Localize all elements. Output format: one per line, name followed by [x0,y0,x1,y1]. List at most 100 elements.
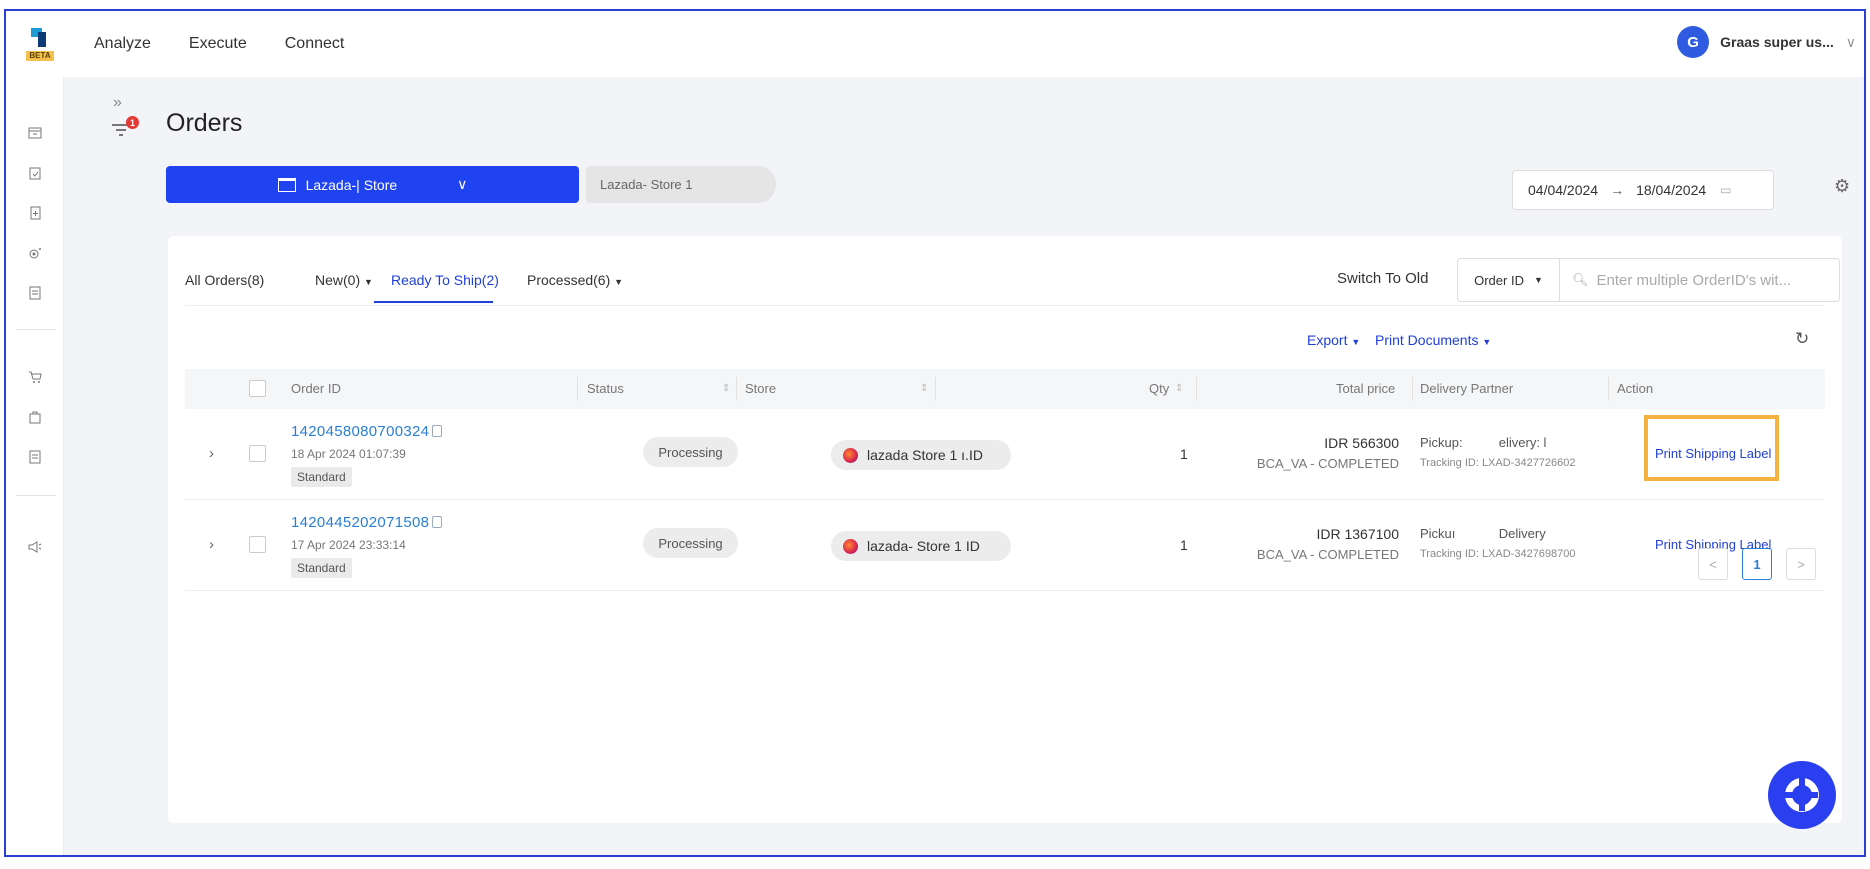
column-separator [1412,377,1413,401]
chevron-down-icon: ∨ [1845,33,1856,50]
date-separator: → [1610,182,1625,198]
filter-line [119,134,123,136]
order-id-link[interactable]: 1420458080700324 [291,423,429,440]
avatar: G [1677,26,1710,58]
print-documents-label: Print Documents [1375,332,1479,348]
user-menu[interactable]: G Graas super us... ∨ [1677,26,1856,58]
chevron-down-icon: ∨ [457,176,468,192]
orders-card: All Orders(8) New(0) ▼ Ready To Ship(2) … [168,236,1842,823]
column-separator [935,377,936,401]
tab-label: Ready To Ship(2) [391,272,499,288]
nav-execute[interactable]: Execute [189,35,247,53]
caret-down-icon: ▼ [1482,337,1492,347]
col-qty[interactable]: Qty [1149,381,1169,396]
search-type-select[interactable]: Order ID ▼ [1458,259,1560,301]
col-delivery-partner: Delivery Partner [1420,381,1514,396]
column-separator [577,377,578,401]
column-settings-icon[interactable]: ⚙ [1834,176,1854,196]
settings-sparkle-icon[interactable] [27,245,43,261]
order-id-link[interactable]: 1420445202071508 [291,514,429,531]
store-selector-button[interactable]: Lazada-| Store ∨ [166,166,579,203]
column-separator [1608,377,1609,401]
orders-table: Order ID Status ⇕ Store ⇕ Qty ⇕ Total pr… [185,369,1825,591]
user-name: Graas super us... [1720,34,1834,50]
print-shipping-label-button[interactable]: Print Shipping Label [1655,446,1771,461]
row-checkbox[interactable] [249,445,266,462]
app-logo[interactable]: BETA [6,11,74,77]
date-range-picker[interactable]: 04/04/2024 → 18/04/2024 ▭ [1512,170,1774,210]
tab-ready-to-ship[interactable]: Ready To Ship(2) [391,272,499,288]
store-badge: lazada Store 1 ı.ID [831,440,1011,470]
table-header: Order ID Status ⇕ Store ⇕ Qty ⇕ Total pr… [185,369,1825,409]
lazada-logo-icon [843,447,858,463]
print-documents-button[interactable]: Print Documents ▼ [1375,332,1491,348]
export-label: Export [1307,332,1348,348]
order-date: 17 Apr 2024 23:33:14 [291,538,406,552]
copy-icon[interactable] [432,516,442,528]
payment-status: BCA_VA - COMPLETED [1256,547,1399,562]
page-1-button[interactable]: 1 [1742,548,1772,580]
store-icon [277,177,296,192]
tab-all-orders[interactable]: All Orders(8) [185,272,264,288]
sort-icon[interactable]: ⇕ [1175,383,1183,394]
expand-row-icon[interactable]: › [209,536,214,553]
expand-row-icon[interactable]: › [209,445,214,462]
document-list-icon[interactable] [27,285,43,301]
search-input[interactable] [1596,271,1837,289]
shopping-bag-icon[interactable] [27,409,43,425]
col-order-id: Order ID [291,381,341,396]
tab-label: New(0) [315,272,361,288]
col-action: Action [1617,381,1654,396]
archive-icon[interactable] [27,125,43,141]
store-name: lazada- Store 1 ID [867,538,980,554]
tab-processed[interactable]: Processed(6) ▼ [527,272,623,288]
page-title: Orders [166,109,243,137]
prev-page-button[interactable]: < [1698,548,1728,580]
tab-new[interactable]: New(0) ▼ [315,272,373,288]
column-separator [1196,377,1197,401]
expand-panel-icon[interactable]: » [113,94,122,112]
caret-down-icon: ▼ [614,277,624,287]
store-name: lazada Store 1 ı.ID [867,447,983,463]
beta-badge: BETA [26,50,54,61]
megaphone-icon[interactable] [27,539,43,555]
col-store[interactable]: Store [745,381,776,396]
clipboard-check-icon[interactable] [27,165,43,181]
help-button[interactable] [1768,761,1836,829]
sort-icon[interactable]: ⇕ [722,383,730,394]
col-status[interactable]: Status [587,381,624,396]
refresh-icon[interactable]: ↻ [1795,329,1809,349]
sidebar-divider [16,329,56,330]
order-search: Order ID ▼ 🔍︎ [1457,258,1840,302]
lifebuoy-icon [1784,777,1819,812]
selected-store-chip[interactable]: Lazada- Store 1 [586,166,776,203]
filter-count-badge: 1 [126,116,139,129]
switch-to-old-link[interactable]: Switch To Old [1337,270,1428,287]
shipping-type-tag: Standard [291,467,352,487]
row-checkbox[interactable] [249,536,266,553]
sidebar [6,77,64,855]
search-icon: 🔍︎ [1572,272,1589,287]
sort-icon[interactable]: ⇕ [920,383,928,394]
export-button[interactable]: Export ▼ [1307,332,1360,348]
order-tabs: All Orders(8) New(0) ▼ Ready To Ship(2) … [185,236,1840,306]
calendar-icon: ▭ [1720,183,1732,197]
nav-connect[interactable]: Connect [285,35,345,53]
select-all-checkbox[interactable] [249,380,266,397]
cart-icon[interactable] [27,369,43,385]
filter-line [116,129,126,131]
delivery-info: Pickup: elivery: l [1420,435,1547,450]
store-badge: lazada- Store 1 ID [831,531,1011,561]
add-document-icon[interactable] [27,205,43,221]
col-total-price: Total price [1336,381,1396,396]
report-icon[interactable] [27,449,43,465]
quantity: 1 [1180,537,1188,553]
status-badge: Processing [643,437,738,467]
nav-analyze[interactable]: Analyze [94,35,151,53]
tracking-id: Tracking ID: LXAD-3427726602 [1420,457,1576,469]
next-page-button[interactable]: > [1786,548,1816,580]
caret-down-icon: ▼ [1533,275,1543,285]
copy-icon[interactable] [432,425,442,437]
active-tab-indicator [374,301,493,303]
quantity: 1 [1180,446,1188,462]
